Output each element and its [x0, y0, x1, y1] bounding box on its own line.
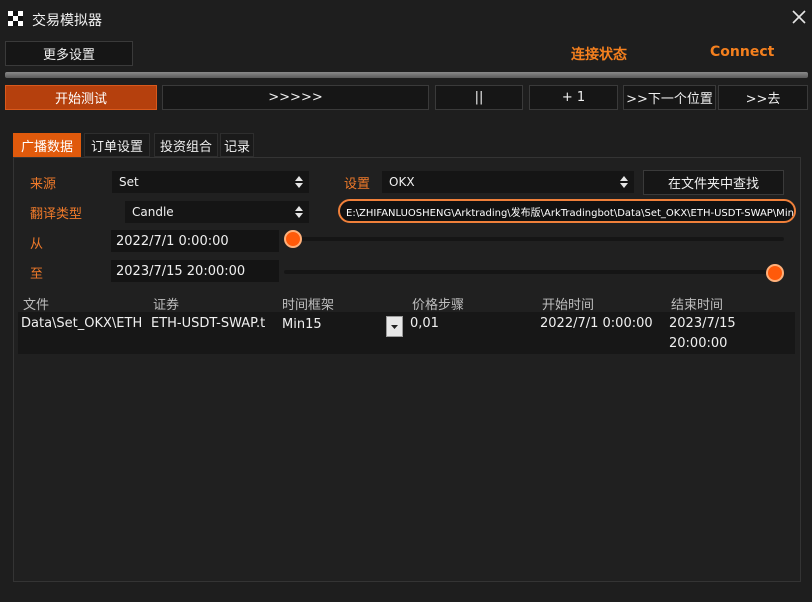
tab-portfolio[interactable]: 投资组合	[154, 133, 218, 157]
checker-app-icon	[8, 11, 23, 26]
cell-end-time-date: 2023/7/15	[669, 316, 736, 331]
window-title: 交易模拟器	[32, 13, 102, 29]
tab-order-settings[interactable]: 订单设置	[84, 133, 150, 157]
from-slider-track[interactable]	[286, 237, 784, 241]
find-in-folder-button[interactable]: 在文件夹中查找	[643, 170, 784, 195]
pause-button[interactable]: ||	[435, 85, 523, 110]
column-header-price-step[interactable]: 价格步骤	[412, 294, 464, 313]
start-test-button[interactable]: 开始测试	[5, 85, 157, 110]
column-header-timeframe[interactable]: 时间框架	[282, 294, 334, 313]
setting-label: 设置	[344, 177, 371, 192]
source-value: Set	[119, 175, 139, 189]
fast-forward-button[interactable]: >>>>>	[162, 85, 429, 110]
cell-price-step: 0,01	[410, 316, 439, 331]
from-slider-handle[interactable]	[284, 230, 302, 248]
translate-type-value: Candle	[132, 205, 174, 219]
updown-arrow-icon	[295, 176, 303, 188]
tab-records[interactable]: 记录	[220, 133, 254, 157]
chevron-down-icon	[391, 325, 398, 329]
column-header-security[interactable]: 证券	[153, 294, 179, 313]
tab-broadcast-data[interactable]: 广播数据	[13, 133, 81, 157]
translate-type-label: 翻译类型	[30, 207, 83, 222]
separator-bar	[5, 72, 808, 78]
cell-file: Data\Set_OKX\ETH	[21, 316, 143, 331]
step-button[interactable]: + 1	[529, 85, 618, 110]
setting-select[interactable]: OKX	[382, 171, 634, 193]
source-select[interactable]: Set	[112, 171, 309, 193]
cell-start-time: 2022/7/1 0:00:00	[540, 316, 653, 331]
translate-type-select[interactable]: Candle	[125, 201, 309, 223]
timeframe-dropdown[interactable]	[386, 316, 403, 337]
cell-end-time-clock: 20:00:00	[669, 336, 728, 351]
to-slider-track[interactable]	[284, 270, 784, 274]
column-header-end-time[interactable]: 结束时间	[671, 294, 723, 313]
data-path-field[interactable]: E:\ZHIFANLUOSHENG\Arktrading\发布版\ArkTrad…	[338, 199, 796, 223]
setting-value: OKX	[389, 175, 415, 189]
updown-arrow-icon	[295, 206, 303, 218]
column-header-file[interactable]: 文件	[23, 294, 49, 313]
from-label: 从	[30, 237, 44, 252]
close-icon[interactable]	[791, 9, 807, 25]
go-to-button[interactable]: >>去	[718, 85, 808, 110]
connection-status-label: 连接状态	[571, 47, 627, 63]
cell-timeframe[interactable]: Min15	[282, 317, 322, 332]
next-position-button[interactable]: >>下一个位置	[623, 85, 716, 110]
more-settings-button[interactable]: 更多设置	[5, 41, 133, 66]
source-label: 来源	[30, 177, 57, 192]
column-header-start-time[interactable]: 开始时间	[542, 294, 594, 313]
cell-security: ETH-USDT-SWAP.t	[151, 316, 266, 331]
from-date-field[interactable]: 2022/7/1 0:00:00	[111, 230, 279, 252]
to-slider-handle[interactable]	[766, 264, 784, 282]
to-date-field[interactable]: 2023/7/15 20:00:00	[111, 260, 279, 282]
to-label: 至	[30, 267, 44, 282]
connect-button[interactable]: Connect	[710, 44, 774, 60]
updown-arrow-icon	[620, 176, 628, 188]
title-bar: 交易模拟器	[0, 0, 812, 36]
